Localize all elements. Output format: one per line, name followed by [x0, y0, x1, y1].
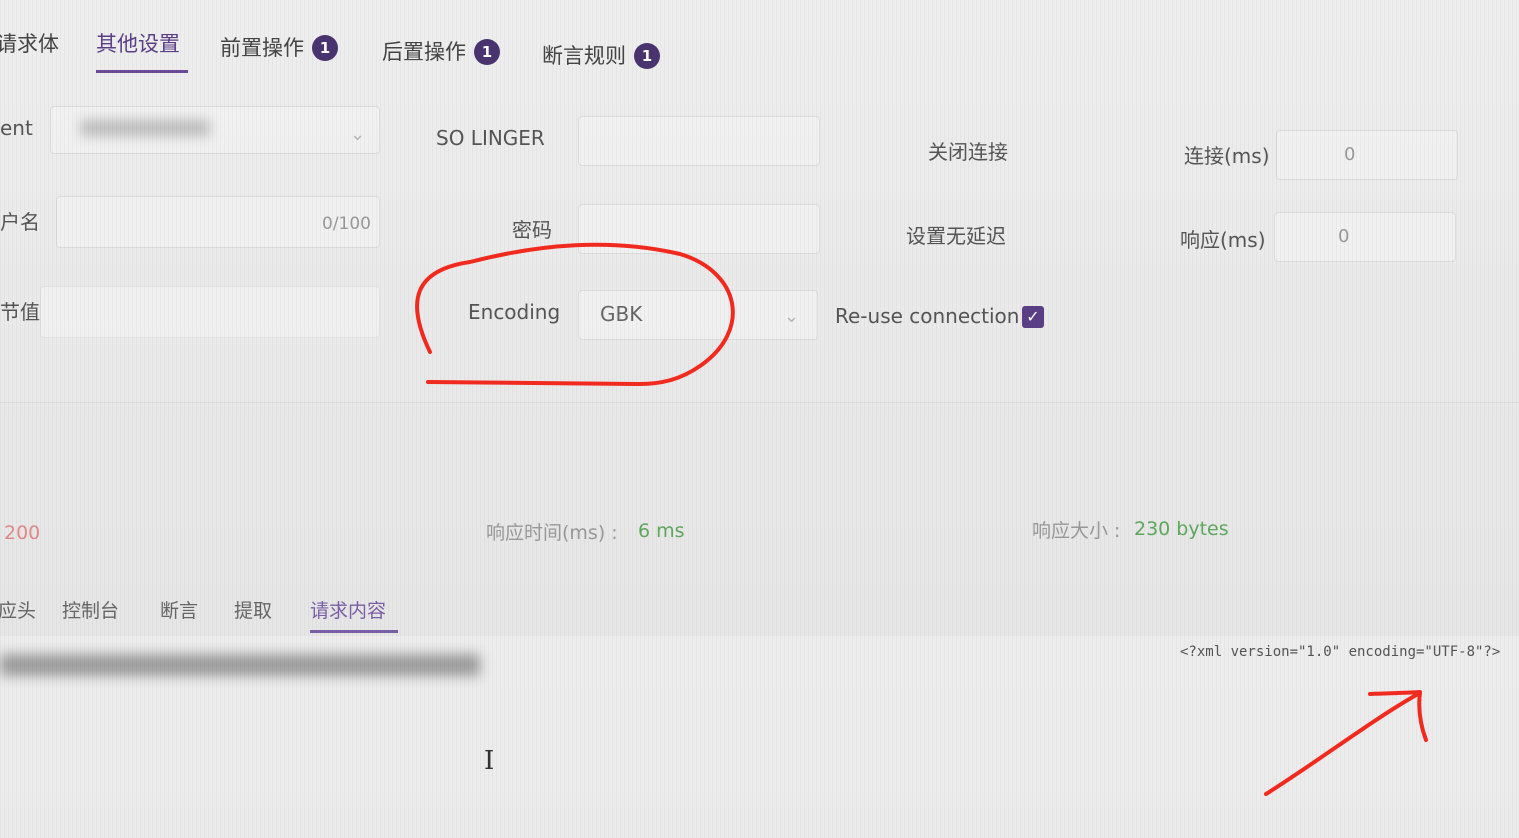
tab-label: 后置操作 — [382, 40, 466, 64]
so-linger-label: SO LINGER — [436, 126, 545, 150]
connect-timeout-input[interactable] — [1276, 130, 1458, 180]
tab-label: 前置操作 — [220, 36, 304, 60]
encoding-label: Encoding — [468, 300, 561, 324]
count-badge: 1 — [312, 35, 338, 61]
tab-label: 断言规则 — [542, 44, 626, 68]
count-badge: 1 — [474, 39, 500, 65]
chevron-down-icon: ⌄ — [784, 306, 800, 327]
response-size-value: 230 bytes — [1134, 518, 1229, 540]
tab-label: 提取 — [234, 600, 273, 622]
response-timeout-value: 0 — [1338, 226, 1350, 247]
tab-label: 请求内容 — [310, 600, 387, 622]
response-timeout-label: 响应(ms) — [1180, 228, 1266, 252]
tab-label: 请求体 — [0, 32, 59, 56]
reuse-connection-checkbox[interactable]: ✓ — [1022, 306, 1044, 328]
tab-label: 应头 — [0, 600, 37, 622]
response-time-value: 6 ms — [638, 520, 685, 542]
response-size-label: 响应大小 : — [1032, 520, 1121, 542]
count-badge: 1 — [634, 43, 660, 69]
field-label: 节值 — [0, 300, 40, 324]
tab-label: 其他设置 — [96, 32, 180, 56]
tab-response-headers[interactable]: 应头 — [0, 596, 36, 623]
so-linger-input[interactable] — [578, 116, 820, 166]
char-counter: 0/100 — [322, 214, 371, 234]
redacted-content — [0, 654, 480, 676]
tab-request-content[interactable]: 请求内容 — [310, 596, 386, 623]
active-tab-underline — [96, 70, 188, 73]
no-delay-label: 设置无延迟 — [906, 224, 1006, 248]
tab-other-settings[interactable]: 其他设置 — [96, 28, 180, 58]
connect-timeout-value: 0 — [1344, 144, 1356, 165]
active-subtab-underline — [310, 630, 398, 633]
chevron-down-icon: ⌄ — [350, 124, 366, 145]
password-label: 密码 — [512, 218, 552, 242]
value-input[interactable] — [40, 286, 380, 338]
response-timeout-input[interactable] — [1274, 212, 1456, 262]
field-label: ent — [0, 116, 33, 140]
username-label: 户名 — [0, 210, 40, 234]
section-divider — [0, 402, 1519, 403]
tab-console[interactable]: 控制台 — [62, 596, 119, 623]
tab-assertions[interactable]: 断言 — [160, 596, 198, 623]
close-connection-label: 关闭连接 — [928, 140, 1008, 164]
response-time-label: 响应时间(ms) : — [486, 522, 618, 544]
password-input[interactable] — [578, 204, 820, 254]
redacted-value — [80, 120, 210, 136]
ibeam-cursor-icon: I — [484, 746, 495, 776]
reuse-connection-label: Re-use connection — [835, 304, 1020, 328]
tab-post-operations[interactable]: 后置操作 1 — [382, 36, 500, 66]
tab-extract[interactable]: 提取 — [234, 596, 272, 623]
tab-request-body[interactable]: 请求体 — [0, 28, 59, 58]
tab-pre-operations[interactable]: 前置操作 1 — [220, 32, 338, 62]
tab-label: 断言 — [160, 600, 199, 622]
tab-label: 控制台 — [62, 600, 120, 622]
tab-assertion-rules[interactable]: 断言规则 1 — [542, 40, 660, 70]
xml-declaration: <?xml version="1.0" encoding="UTF-8"?> — [1180, 644, 1501, 660]
encoding-value: GBK — [600, 302, 643, 326]
connect-timeout-label: 连接(ms) — [1184, 144, 1270, 168]
checkmark-icon: ✓ — [1026, 307, 1040, 326]
status-code: 200 — [4, 522, 41, 544]
